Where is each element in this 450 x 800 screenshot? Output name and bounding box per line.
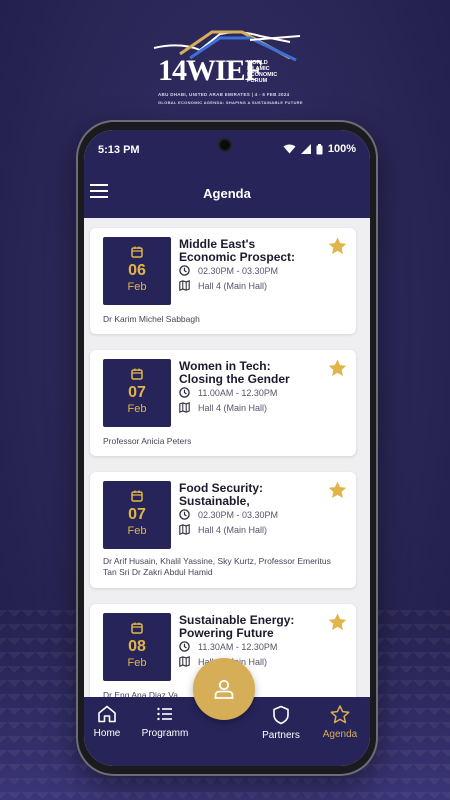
session-title: Middle East's Economic Prospect: (179, 238, 296, 264)
date-day: 08 (128, 638, 146, 655)
signal-icon (300, 144, 311, 154)
page-title: Agenda (203, 186, 251, 201)
date-day: 07 (128, 384, 146, 401)
status-time: 5:13 PM (98, 144, 140, 156)
logo-org-name: WORLD ISLAMIC ECONOMIC FORUM (247, 60, 278, 84)
session-time: 02.30PM - 03.30PM (198, 265, 279, 276)
session-time: 11.00AM - 12.30PM (198, 387, 278, 398)
logo-tagline: GLOBAL ECONOMIC AGENDA: SHAPING A SUSTAI… (158, 100, 303, 105)
favorite-star-icon[interactable] (328, 481, 347, 499)
session-title: Food Security: Sustainable, (179, 482, 264, 508)
session-card[interactable]: 07 Feb Food Security: Sustainable, 02.30… (90, 472, 356, 588)
calendar-icon (131, 622, 143, 634)
calendar-icon (131, 490, 143, 502)
nav-home[interactable]: Home (84, 705, 137, 739)
app-bar: Agenda (84, 170, 370, 218)
event-logo: 14WIEF WORLD ISLAMIC ECONOMIC FORUM ABU … (150, 28, 310, 108)
session-card[interactable]: 06 Feb Middle East's Economic Prospect: … (90, 228, 356, 334)
map-icon (179, 524, 190, 535)
session-venue: Hall 4 (Main Hall) (198, 280, 268, 291)
session-time: 02.30PM - 03.30PM (198, 509, 279, 520)
date-badge: 08 Feb (103, 613, 171, 681)
clock-icon (179, 387, 190, 398)
calendar-icon (131, 368, 143, 380)
home-icon (98, 705, 116, 723)
app-screen: 5:13 PM 100% Agenda 06 Feb Middle East's… (84, 130, 370, 766)
front-camera (218, 138, 232, 152)
clock-icon (179, 641, 190, 652)
map-icon (179, 402, 190, 413)
wifi-icon (283, 144, 296, 154)
session-speakers: Professor Anicia Peters (103, 436, 192, 446)
calendar-icon (131, 246, 143, 258)
date-month: Feb (127, 525, 147, 537)
star-outline-icon (330, 705, 350, 724)
date-month: Feb (127, 403, 147, 415)
date-month: Feb (127, 657, 147, 669)
nav-agenda[interactable]: Agenda (310, 705, 370, 740)
status-bar: 5:13 PM 100% (84, 130, 370, 170)
date-badge: 07 Feb (103, 481, 171, 549)
date-day: 07 (128, 506, 146, 523)
nav-home-label: Home (93, 728, 121, 739)
shield-icon (273, 705, 289, 725)
logo-location: ABU DHABI, UNITED ARAB EMIRATES | 4 - 6 … (158, 92, 290, 97)
map-icon (179, 656, 190, 667)
battery-level: 100% (327, 143, 356, 155)
favorite-star-icon[interactable] (328, 237, 347, 255)
map-icon (179, 280, 190, 291)
date-month: Feb (127, 281, 147, 293)
session-venue: Hall 4 (Main Hall) (198, 402, 268, 413)
session-card[interactable]: 07 Feb Women in Tech: Closing the Gender… (90, 350, 356, 456)
nav-partners[interactable]: Partners (251, 705, 311, 741)
favorite-star-icon[interactable] (328, 613, 347, 631)
session-venue: Hall 4 (Main Hall) (198, 524, 268, 535)
session-title: Sustainable Energy: Powering Future (179, 614, 295, 640)
date-badge: 06 Feb (103, 237, 171, 305)
clock-icon (179, 265, 190, 276)
nav-programme-label: Programm (141, 728, 189, 739)
date-badge: 07 Feb (103, 359, 171, 427)
profile-fab-button[interactable] (193, 658, 255, 720)
nav-partners-label: Partners (262, 730, 300, 741)
favorite-star-icon[interactable] (328, 359, 347, 377)
clock-icon (179, 509, 190, 520)
user-icon (214, 679, 234, 699)
session-title: Women in Tech: Closing the Gender (179, 360, 290, 386)
session-speakers: Dr Arif Husain, Khalil Yassine, Sky Kurt… (103, 556, 331, 577)
logo-number: 14 (158, 54, 187, 87)
list-icon (157, 707, 172, 721)
session-speakers: Dr Karim Michel Sabbagh (103, 314, 200, 324)
session-time: 11.30AM - 12.30PM (198, 641, 278, 652)
battery-icon (316, 143, 323, 154)
nav-agenda-label: Agenda (322, 729, 358, 740)
nav-programme[interactable]: Programm (135, 705, 195, 739)
date-day: 06 (128, 262, 146, 279)
